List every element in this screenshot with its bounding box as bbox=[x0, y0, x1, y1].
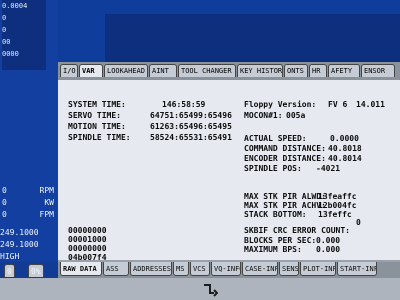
bottom-tab-vcs[interactable]: VCS bbox=[190, 262, 210, 276]
left-top-readout: 0.0004 0 0 00 0000 bbox=[2, 0, 46, 70]
left-bottom-bar: 0 0% bbox=[0, 262, 58, 278]
left-number: 249.1000 bbox=[0, 228, 39, 237]
left-rpm-unit: RPM bbox=[39, 186, 54, 195]
hex-code: 00000000 bbox=[68, 244, 107, 253]
return-arrow-icon bbox=[202, 282, 219, 297]
bottom-tab-ms[interactable]: MS bbox=[173, 262, 189, 276]
encoder-distance-value: 40.8014 bbox=[328, 154, 362, 163]
stack-bottom-value: 13feffc bbox=[318, 210, 352, 219]
stack-bottom-label: STACK BOTTOM: bbox=[244, 210, 307, 219]
spindle-time-label: SPINDLE TIME: bbox=[68, 133, 131, 142]
left-spindle-rpm: 0 RPM bbox=[0, 186, 56, 198]
left-top-line: 0000 bbox=[2, 50, 19, 58]
hex-code-list: 00000000 00001000 00000000 04b007f4 bbox=[68, 226, 124, 266]
bottom-tab-case-info[interactable]: CASE-INFO bbox=[242, 262, 278, 276]
bottom-tab-ass[interactable]: ASS bbox=[103, 262, 129, 276]
stack-zero-value: 0 bbox=[356, 218, 361, 227]
tab-ensor[interactable]: ENSOR bbox=[361, 64, 395, 77]
max-stk-alwd-value: 13feaffc bbox=[318, 192, 357, 201]
skbif-crc-label: SKBIF CRC ERROR COUNT: bbox=[244, 226, 350, 235]
servo-time-label: SERVO TIME: bbox=[68, 111, 121, 120]
left-spindle-kw: 0 KW bbox=[0, 198, 56, 210]
floppy-version-number: 14.011 bbox=[356, 100, 385, 109]
maximum-bps-label: MAXIMUM BPS: bbox=[244, 245, 302, 254]
bottom-tab-plot-info[interactable]: PLOT-INFO bbox=[300, 262, 336, 276]
left-top-line: 0 bbox=[2, 14, 7, 22]
spindle-time-value: 58524:65531:65491 bbox=[150, 133, 232, 142]
servo-time-value: 64751:65499:65496 bbox=[150, 111, 232, 120]
hex-code: 00000000 bbox=[68, 226, 107, 235]
motion-time-label: MOTION TIME: bbox=[68, 122, 126, 131]
left-status-column: 0.0004 0 0 00 0000 0 RPM 0 KW 0 FPM 249.… bbox=[0, 0, 58, 300]
left-rpm-value: 0 bbox=[2, 186, 7, 195]
bottom-tab-start-info[interactable]: START-INFO bbox=[337, 262, 377, 276]
bottom-tab-addresses[interactable]: ADDRESSES bbox=[130, 262, 172, 276]
blocks-per-sec-value: 0.000 bbox=[316, 236, 341, 245]
left-kw-value: 0 bbox=[2, 198, 7, 207]
bottom-tab-sens[interactable]: SENS bbox=[279, 262, 299, 276]
actual-speed-value: 0.0000 bbox=[330, 134, 359, 143]
maximum-bps-value: 0.000 bbox=[316, 245, 341, 254]
tab-io[interactable]: I/O bbox=[60, 64, 78, 77]
spindle-pos-label: SPINDLE POS: bbox=[244, 164, 302, 173]
mocon-label: MOCON#1: bbox=[244, 111, 283, 120]
max-stk-alwd-label: MAX STK PIR ALWD: bbox=[244, 192, 326, 201]
left-kw-unit: KW bbox=[44, 198, 54, 207]
top-dark-panel bbox=[105, 14, 400, 62]
bottom-bezel bbox=[0, 278, 400, 300]
left-bottom-value: 0 bbox=[4, 264, 15, 277]
floppy-version-value: FV 6 bbox=[328, 100, 348, 109]
tab-key-history[interactable]: KEY HISTORY bbox=[237, 64, 283, 77]
spindle-pos-value: -4021 bbox=[316, 164, 341, 173]
actual-speed-label: ACTUAL SPEED: bbox=[244, 134, 307, 143]
left-top-line: 0.0004 bbox=[2, 2, 28, 10]
tab-afety[interactable]: AFETY bbox=[328, 64, 360, 77]
tab-lookahead[interactable]: LOOKAHEAD bbox=[104, 64, 148, 77]
left-high-label: HIGH bbox=[0, 252, 20, 261]
left-feed-fpm: 0 FPM bbox=[0, 210, 56, 222]
hex-code: 00001000 bbox=[68, 235, 107, 244]
mocon-value: 005a bbox=[286, 111, 306, 120]
tab-tool-changer[interactable]: TOOL CHANGER bbox=[178, 64, 236, 77]
command-distance-label: COMMAND DISTANCE: bbox=[244, 144, 326, 153]
system-time-value: 146:58:59 bbox=[162, 100, 206, 109]
left-top-line: 00 bbox=[2, 38, 11, 46]
tab-aint[interactable]: AINT bbox=[149, 64, 177, 77]
tab-hr[interactable]: HR bbox=[309, 64, 327, 77]
max-stk-achv-value: 12b004fc bbox=[318, 201, 357, 210]
motion-time-value: 61263:65496:65495 bbox=[150, 122, 232, 131]
encoder-distance-label: ENCODER DISTANCE: bbox=[244, 154, 326, 163]
left-bottom-percent: 0% bbox=[28, 264, 44, 277]
left-number: 249.1000 bbox=[0, 240, 39, 249]
system-time-label: SYSTEM TIME: bbox=[68, 100, 126, 109]
tab-onts[interactable]: ONTS bbox=[284, 64, 308, 77]
left-fpm-value: 0 bbox=[2, 210, 7, 219]
tab-var[interactable]: VAR bbox=[79, 64, 103, 77]
floppy-version-label: Floppy Version: bbox=[244, 100, 317, 109]
blocks-per-sec-label: BLOCKS PER SEC: bbox=[244, 236, 317, 245]
left-fpm-unit: FPM bbox=[39, 210, 54, 219]
max-stk-achv-label: MAX STK PIR ACHV: bbox=[244, 201, 326, 210]
bottom-tab-vq-info[interactable]: VQ-INFO bbox=[211, 262, 241, 276]
cnc-screen: 0.0004 0 0 00 0000 0 RPM 0 KW 0 FPM 249.… bbox=[0, 0, 400, 300]
command-distance-value: 40.8018 bbox=[328, 144, 362, 153]
bottom-tab-raw-data[interactable]: RAW DATA bbox=[60, 262, 102, 276]
left-top-line: 0 bbox=[2, 26, 7, 34]
hex-code: 04b007f4 bbox=[68, 253, 107, 262]
